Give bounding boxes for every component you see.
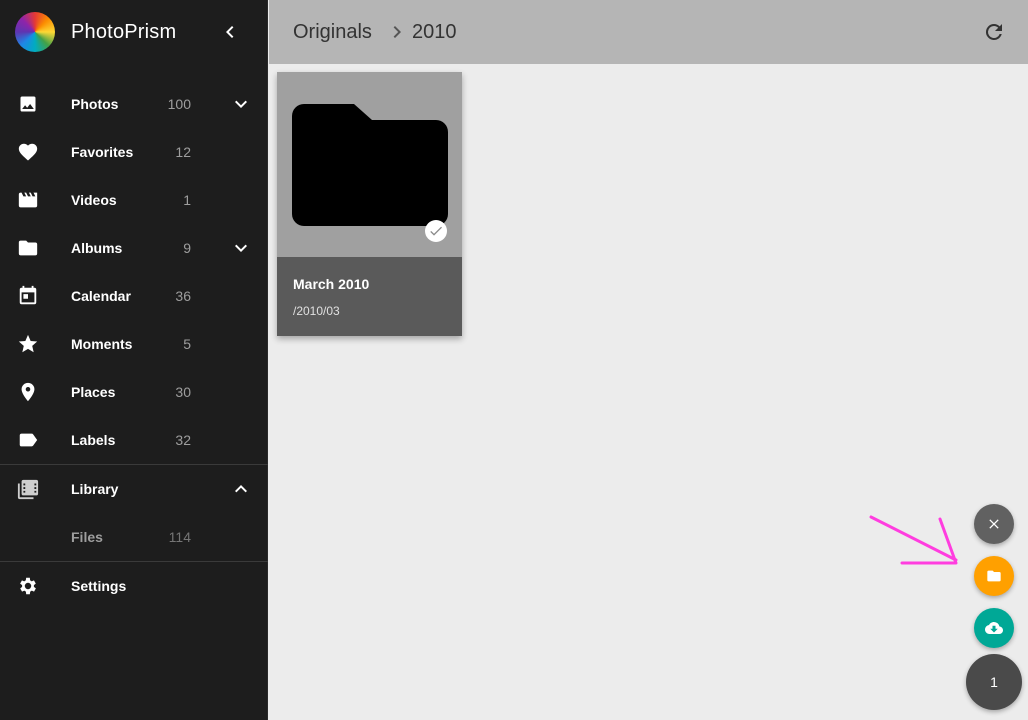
image-icon bbox=[16, 92, 40, 116]
app-name: PhotoPrism bbox=[71, 20, 177, 43]
sidebar-item-photos[interactable]: Photos 100 bbox=[0, 80, 268, 128]
sidebar-item-label: Library bbox=[71, 481, 119, 497]
chevron-down-icon[interactable] bbox=[229, 92, 253, 116]
folder-card[interactable]: March 2010 /2010/03 bbox=[277, 72, 462, 336]
sidebar-item-label: Photos bbox=[71, 96, 119, 112]
folder-icon bbox=[292, 104, 448, 226]
sidebar-item-places[interactable]: Places 30 bbox=[0, 368, 268, 416]
gear-icon bbox=[16, 574, 40, 598]
sidebar-item-settings[interactable]: Settings bbox=[0, 562, 268, 610]
sidebar-item-label: Files bbox=[71, 529, 103, 545]
sidebar-item-count: 114 bbox=[168, 529, 191, 545]
star-icon bbox=[16, 332, 40, 356]
sidebar-item-albums[interactable]: Albums 9 bbox=[0, 224, 268, 272]
sidebar-item-count: 30 bbox=[175, 384, 191, 400]
top-toolbar: Originals 2010 bbox=[269, 0, 1028, 64]
movie-icon bbox=[16, 188, 40, 212]
sidebar-item-calendar[interactable]: Calendar 36 bbox=[0, 272, 268, 320]
sidebar-item-label: Calendar bbox=[71, 288, 131, 304]
sidebar-item-count: 36 bbox=[175, 288, 191, 304]
sidebar-nav: Photos 100 Favorites 12 Videos 1 Albums bbox=[0, 80, 268, 610]
sidebar-item-moments[interactable]: Moments 5 bbox=[0, 320, 268, 368]
sidebar-item-label: Places bbox=[71, 384, 116, 400]
refresh-icon[interactable] bbox=[982, 20, 1006, 44]
collapse-sidebar-icon[interactable] bbox=[218, 20, 242, 44]
sidebar-item-label: Moments bbox=[71, 336, 133, 352]
sidebar-item-files[interactable]: Files 114 bbox=[0, 513, 268, 561]
folder-thumbnail[interactable] bbox=[277, 72, 462, 257]
download-button[interactable] bbox=[974, 608, 1014, 648]
folder-path: /2010/03 bbox=[293, 304, 340, 318]
heart-icon bbox=[16, 140, 40, 164]
chevron-up-icon[interactable] bbox=[229, 477, 253, 501]
calendar-icon bbox=[16, 284, 40, 308]
sidebar-item-favorites[interactable]: Favorites 12 bbox=[0, 128, 268, 176]
breadcrumb-originals[interactable]: Originals bbox=[293, 21, 372, 44]
sidebar-item-count: 9 bbox=[183, 240, 191, 256]
sidebar-item-library[interactable]: Library bbox=[0, 465, 268, 513]
sidebar-item-videos[interactable]: Videos 1 bbox=[0, 176, 268, 224]
folder-title: March 2010 bbox=[293, 276, 370, 292]
sidebar-item-count: 12 bbox=[175, 144, 191, 160]
close-icon bbox=[989, 519, 999, 529]
sidebar: PhotoPrism Photos 100 Favorites 12 Video… bbox=[0, 0, 268, 720]
label-icon bbox=[16, 428, 40, 452]
open-folder-button[interactable] bbox=[974, 556, 1014, 596]
sidebar-item-label: Favorites bbox=[71, 144, 134, 160]
sidebar-item-label: Albums bbox=[71, 240, 123, 256]
close-selection-button[interactable] bbox=[974, 504, 1014, 544]
sidebar-item-label: Settings bbox=[71, 578, 127, 594]
sidebar-item-label: Videos bbox=[71, 192, 117, 208]
chevron-right-icon bbox=[385, 20, 409, 44]
folder-icon bbox=[987, 570, 1001, 582]
place-icon bbox=[16, 380, 40, 404]
sidebar-item-count: 100 bbox=[167, 96, 191, 112]
cloud-download-icon bbox=[985, 622, 1003, 634]
sidebar-item-count: 5 bbox=[183, 336, 191, 352]
annotation-arrow bbox=[869, 515, 958, 565]
sidebar-item-labels[interactable]: Labels 32 bbox=[0, 416, 268, 464]
sidebar-item-count: 32 bbox=[175, 432, 191, 448]
chevron-down-icon[interactable] bbox=[229, 236, 253, 260]
photoprism-logo[interactable] bbox=[15, 12, 55, 52]
sidebar-item-count: 1 bbox=[183, 192, 191, 208]
brand-header: PhotoPrism bbox=[0, 0, 267, 64]
library-icon bbox=[16, 477, 40, 501]
folder-icon bbox=[16, 236, 40, 260]
sidebar-item-label: Labels bbox=[71, 432, 116, 448]
check-circle-icon[interactable] bbox=[425, 220, 447, 242]
breadcrumb-current: 2010 bbox=[412, 21, 457, 43]
selection-count-button[interactable]: 1 bbox=[966, 654, 1022, 710]
